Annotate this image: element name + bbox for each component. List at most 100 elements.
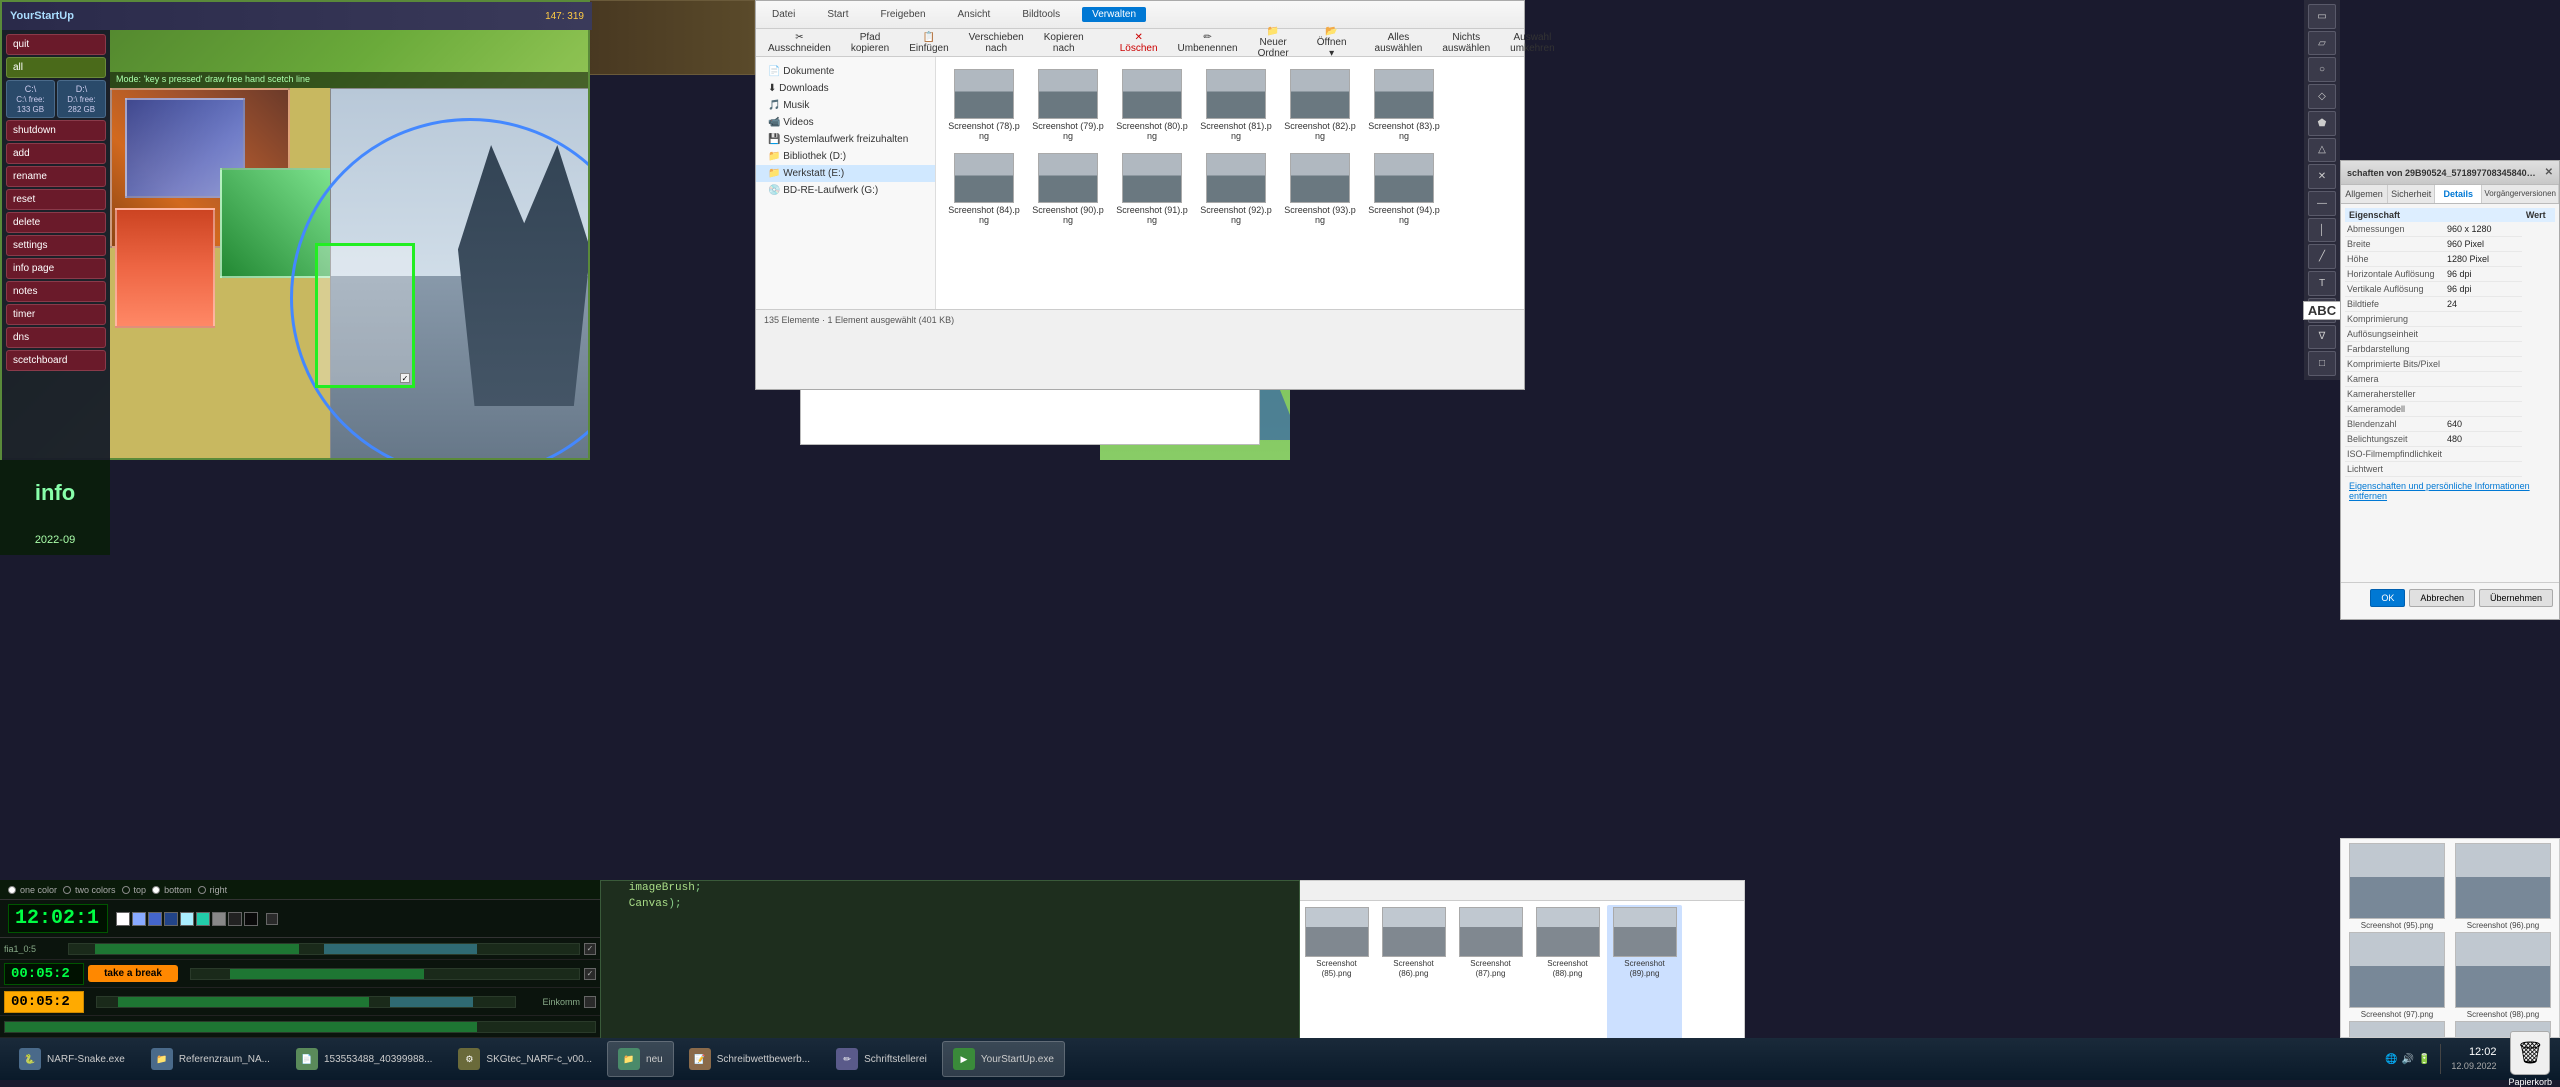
rt-down-arrow-icon[interactable]: ∇ [2308,325,2336,350]
action-pfad[interactable]: Pfad kopieren [845,30,895,56]
prop-close-icon[interactable]: ✕ [2545,167,2553,178]
prop-tab-details[interactable]: Details [2435,185,2482,203]
btn-shutdown[interactable]: shutdown [6,120,106,141]
radio-two-colors[interactable] [63,886,71,894]
rt-square-icon[interactable]: □ [2308,351,2336,376]
btn-reset[interactable]: reset [6,189,106,210]
fe-file-84[interactable]: Screenshot (84).png [944,149,1024,229]
action-umbenennen[interactable]: ✏ Umbenennen [1172,30,1244,56]
taskbar-trash[interactable]: 🗑 Papierkorb [2508,1031,2552,1087]
prop-ok-btn[interactable]: OK [2370,589,2405,607]
tab-bildtools[interactable]: Bildtools [1012,7,1070,22]
btn-d-drive[interactable]: D:\D:\ free: 282 GB [57,80,106,118]
sidebar-musik[interactable]: 🎵 Musik [756,97,935,114]
swatch-dark[interactable] [228,912,242,926]
action-alles-auswaehlen[interactable]: Alles auswählen [1369,30,1429,56]
fg-item-88[interactable]: Screenshot(88).png [1530,905,1605,1055]
fe-file-81[interactable]: Screenshot (81).png [1196,65,1276,145]
fe-file-90[interactable]: Screenshot (90).png [1028,149,1108,229]
fg-item-86[interactable]: Screenshot(86).png [1376,905,1451,1055]
rt-rect-icon[interactable]: ▭ [2308,4,2336,29]
taskbar-yourstartup[interactable]: ▶ YourStartUp.exe [942,1041,1065,1077]
prop-tab-vorgaenger[interactable]: Vorgängerversionen [2482,185,2559,203]
radio-bottom[interactable] [152,886,160,894]
sidebar-videos[interactable]: 📹 Videos [756,114,935,131]
btn-timer[interactable]: timer [6,304,106,325]
action-loeschen[interactable]: ✕ Löschen [1114,30,1164,56]
sidebar-dokumente[interactable]: 📄 Dokumente [756,63,935,80]
tab-datei[interactable]: Datei [762,7,805,22]
radio-one-color[interactable] [8,886,16,894]
btn-add[interactable]: add [6,143,106,164]
rt-hline-icon[interactable]: — [2308,191,2336,216]
checkbox-small[interactable]: ✓ [400,373,410,383]
rt-vline-icon[interactable]: │ [2308,218,2336,243]
tab-start[interactable]: Start [817,7,858,22]
btn-notes[interactable]: notes [6,281,106,302]
swatch-white[interactable] [116,912,130,926]
checkbox-row1[interactable] [266,913,278,925]
prop-tab-sicherheit[interactable]: Sicherheit [2388,185,2435,203]
btn-delete[interactable]: delete [6,212,106,233]
action-nichts[interactable]: Nichts auswählen [1436,30,1496,56]
action-oeffnen[interactable]: 📂 Öffnen ▾ [1311,24,1353,61]
taskbar-schreibwett[interactable]: 📝 Schreibwettbewerb... [678,1041,821,1077]
radio-right[interactable] [198,886,206,894]
fe-file-91[interactable]: Screenshot (91).png [1112,149,1192,229]
fe-file-79[interactable]: Screenshot (79).png [1028,65,1108,145]
prop-abbrechen-btn[interactable]: Abbrechen [2409,589,2475,607]
sc-item-96[interactable]: Screenshot (96).png [2451,843,2555,930]
action-einfuegen[interactable]: 📋 Einfügen [903,30,954,56]
taskbar-time[interactable]: 12:02 12.09.2022 [2451,1045,2496,1073]
sidebar-bibliothek[interactable]: 📁 Bibliothek (D:) [756,148,935,165]
btn-info-page[interactable]: info page [6,258,106,279]
rt-penta-icon[interactable]: ⬟ [2308,111,2336,136]
tab-ansicht[interactable]: Ansicht [948,7,1001,22]
fe-file-94[interactable]: Screenshot (94).png [1364,149,1444,229]
btn-quit[interactable]: quit [6,34,106,55]
swatch-blue[interactable] [132,912,146,926]
action-kopieren[interactable]: Kopieren nach [1038,30,1090,56]
swatch-navy[interactable] [164,912,178,926]
prop-tab-allgemein[interactable]: Allgemen [2341,185,2388,203]
fe-file-82[interactable]: Screenshot (82).png [1280,65,1360,145]
prop-remove-link[interactable]: Eigenschaften und persönliche Informatio… [2345,477,2555,505]
fe-file-83[interactable]: Screenshot (83).png [1364,65,1444,145]
btn-c-drive[interactable]: C:\C:\ free: 133 GB [6,80,55,118]
rt-para-icon[interactable]: ▱ [2308,31,2336,56]
sc-item-99[interactable]: Screenshot (99).png [2345,1021,2449,1038]
prop-uebernehmen-btn[interactable]: Übernehmen [2479,589,2553,607]
swatch-teal[interactable] [196,912,210,926]
taskbar-153553[interactable]: 📄 153553488_40399988... [285,1041,443,1077]
taskbar-schrift[interactable]: ✏ Schriftstellerei [825,1041,938,1077]
tl-check-1[interactable]: ✓ [584,943,596,955]
btn-rename[interactable]: rename [6,166,106,187]
fe-file-92[interactable]: Screenshot (92).png [1196,149,1276,229]
rt-circle-icon[interactable]: ○ [2308,57,2336,82]
fg-item-89[interactable]: Screenshot(89).png [1607,905,1682,1055]
action-ausschneiden[interactable]: ✂ Ausschneiden [762,30,837,56]
rt-cross-icon[interactable]: ✕ [2308,164,2336,189]
canvas-area[interactable]: ✓ [110,88,588,458]
rt-triangle-icon[interactable]: △ [2308,138,2336,163]
btn-settings[interactable]: settings [6,235,106,256]
taskbar-skgtec[interactable]: ⚙ SKGtec_NARF-c_v00... [447,1041,603,1077]
tab-freigeben[interactable]: Freigeben [870,7,935,22]
taskbar-referenzraum[interactable]: 📁 Referenzraum_NA... [140,1041,281,1077]
tl-check-2[interactable]: ✓ [584,968,596,980]
swatch-gray[interactable] [212,912,226,926]
tab-verwalten[interactable]: Verwalten [1082,7,1146,22]
sidebar-systemlaufwerk[interactable]: 💾 Systemlaufwerk freizuhalten [756,131,935,148]
sc-item-97[interactable]: Screenshot (97).png [2345,932,2449,1019]
radio-top[interactable] [122,886,130,894]
swatch-black[interactable] [244,912,258,926]
action-auswahl-umkehren[interactable]: Auswahl umkehren [1504,30,1560,56]
btn-all[interactable]: all [6,57,106,78]
taskbar-narf-snake[interactable]: 🐍 NARF-Snake.exe [8,1041,136,1077]
sidebar-downloads[interactable]: ⬇ Downloads [756,80,935,97]
fe-file-78[interactable]: Screenshot (78).png [944,65,1024,145]
fg-item-87[interactable]: Screenshot(87).png [1453,905,1528,1055]
tl-check-3[interactable] [584,996,596,1008]
action-neuer-ordner[interactable]: 📁 Neuer Ordner [1252,24,1295,61]
fe-file-80[interactable]: Screenshot (80).png [1112,65,1192,145]
